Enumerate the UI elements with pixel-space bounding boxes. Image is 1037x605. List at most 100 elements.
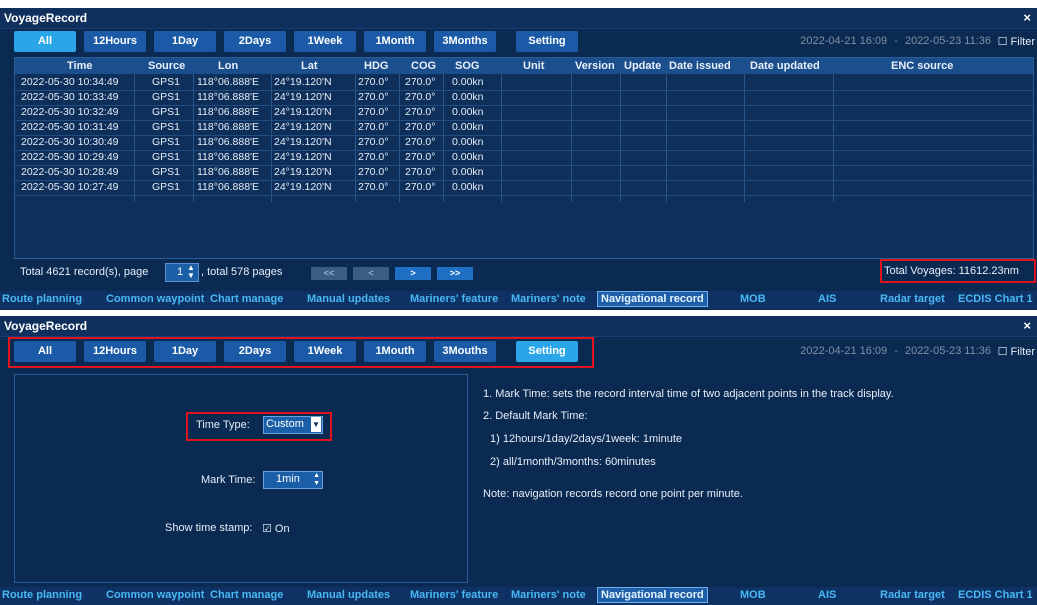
close-icon[interactable]: × bbox=[1023, 10, 1031, 25]
first-page-button[interactable]: << bbox=[311, 267, 347, 280]
filter-checkbox[interactable]: ☐ Filter bbox=[998, 345, 1035, 358]
nav-mariners-note[interactable]: Mariners' note bbox=[511, 293, 586, 305]
col-cog[interactable]: COG bbox=[411, 60, 436, 72]
nav-ecdis-chart-1[interactable]: ECDIS Chart 1 bbox=[958, 589, 1033, 601]
page-number-stepper[interactable]: 1 ▲ ▼ bbox=[165, 263, 199, 282]
tab-all[interactable]: All bbox=[14, 341, 76, 362]
table-row[interactable]: 2022-05-30 10:29:49 GPS1 118°06.888'E 24… bbox=[15, 150, 501, 165]
table-row[interactable]: 2022-05-30 10:31:49 GPS1 118°06.888'E 24… bbox=[15, 120, 501, 135]
cell-lat: 24°19.120'N bbox=[274, 76, 332, 88]
filter-checkbox[interactable]: ☐ Filter bbox=[998, 35, 1035, 48]
nav-mob[interactable]: MOB bbox=[740, 293, 766, 305]
next-page-button[interactable]: > bbox=[395, 267, 431, 280]
nav-mariners-feature[interactable]: Mariners' feature bbox=[410, 293, 498, 305]
tab-setting[interactable]: Setting bbox=[516, 31, 578, 52]
nav-mariners-note[interactable]: Mariners' note bbox=[511, 589, 586, 601]
time-type-select[interactable]: Custom ▼ bbox=[263, 416, 323, 434]
nav-ais[interactable]: AIS bbox=[818, 589, 836, 601]
nav-chart-manage[interactable]: Chart manage bbox=[210, 589, 283, 601]
nav-ecdis-chart-1[interactable]: ECDIS Chart 1 bbox=[958, 293, 1033, 305]
col-time[interactable]: Time bbox=[67, 60, 92, 72]
tab-12hours[interactable]: 12Hours bbox=[84, 31, 146, 52]
spinner-arrows-icon[interactable]: ▲ ▼ bbox=[187, 264, 195, 280]
col-update[interactable]: Update bbox=[624, 60, 661, 72]
tab-1week[interactable]: 1Week bbox=[294, 31, 356, 52]
col-lat[interactable]: Lat bbox=[301, 60, 318, 72]
close-icon[interactable]: × bbox=[1023, 318, 1031, 333]
tab-setting[interactable]: Setting bbox=[516, 341, 578, 362]
nav-radar-target[interactable]: Radar target bbox=[880, 589, 945, 601]
prev-page-button[interactable]: < bbox=[353, 267, 389, 280]
tab-2days[interactable]: 2Days bbox=[224, 31, 286, 52]
tab-1day[interactable]: 1Day bbox=[154, 31, 216, 52]
tab-3months[interactable]: 3Months bbox=[434, 31, 496, 52]
date-range[interactable]: 2022-04-21 16:09 - 2022-05-23 11:36 bbox=[800, 345, 991, 357]
col-enc-source[interactable]: ENC source bbox=[891, 60, 953, 72]
cell-sog: 0.00kn bbox=[452, 181, 484, 193]
tab-1day[interactable]: 1Day bbox=[154, 341, 216, 362]
cell-cog: 270.0° bbox=[405, 106, 436, 118]
table-row[interactable]: 2022-05-30 10:30:49 GPS1 118°06.888'E 24… bbox=[15, 135, 501, 150]
tab-1week[interactable]: 1Week bbox=[294, 341, 356, 362]
nav-navigational-record[interactable]: Navigational record bbox=[597, 291, 708, 307]
nav-route-planning[interactable]: Route planning bbox=[2, 589, 82, 601]
cell-sog: 0.00kn bbox=[452, 166, 484, 178]
mark-time-label: Mark Time: bbox=[201, 474, 256, 486]
note-line: Note: navigation records record one poin… bbox=[483, 488, 743, 500]
cell-sog: 0.00kn bbox=[452, 121, 484, 133]
nav-ais[interactable]: AIS bbox=[818, 293, 836, 305]
date-separator: - bbox=[894, 345, 898, 357]
cell-lat: 24°19.120'N bbox=[274, 166, 332, 178]
nav-manual-updates[interactable]: Manual updates bbox=[307, 293, 390, 305]
col-sog[interactable]: SOG bbox=[455, 60, 479, 72]
col-hdg[interactable]: HDG bbox=[364, 60, 388, 72]
cell-sog: 0.00kn bbox=[452, 136, 484, 148]
nav-chart-manage[interactable]: Chart manage bbox=[210, 293, 283, 305]
tab-12hours[interactable]: 12Hours bbox=[84, 341, 146, 362]
cell-lon: 118°06.888'E bbox=[197, 166, 260, 178]
cell-lon: 118°06.888'E bbox=[197, 181, 260, 193]
cell-source: GPS1 bbox=[152, 91, 181, 103]
tab-1month[interactable]: 1Mouth bbox=[364, 341, 426, 362]
cell-hdg: 270.0° bbox=[358, 136, 389, 148]
nav-manual-updates[interactable]: Manual updates bbox=[307, 589, 390, 601]
col-date-issued[interactable]: Date issued bbox=[669, 60, 731, 72]
col-source[interactable]: Source bbox=[148, 60, 185, 72]
column-divider bbox=[666, 74, 667, 202]
table-row[interactable]: 2022-05-30 10:34:49 GPS1 118°06.888'E 24… bbox=[15, 75, 501, 90]
nav-radar-target[interactable]: Radar target bbox=[880, 293, 945, 305]
note-line: 1) 12hours/1day/2days/1week: 1minute bbox=[490, 433, 683, 445]
tab-2days[interactable]: 2Days bbox=[224, 341, 286, 362]
nav-mariners-feature[interactable]: Mariners' feature bbox=[410, 589, 498, 601]
table-row[interactable]: 2022-05-30 10:27:49 GPS1 118°06.888'E 24… bbox=[15, 180, 501, 195]
col-date-updated[interactable]: Date updated bbox=[750, 60, 820, 72]
col-version[interactable]: Version bbox=[575, 60, 615, 72]
nav-common-waypoint[interactable]: Common waypoint bbox=[106, 589, 204, 601]
date-from: 2022-04-21 16:09 bbox=[800, 35, 888, 47]
spinner-arrows-icon[interactable]: ▲ ▼ bbox=[313, 472, 320, 488]
total-voyages: Total Voyages: 11612.23nm bbox=[880, 259, 1036, 283]
table-row[interactable]: 2022-05-30 10:32:49 GPS1 118°06.888'E 24… bbox=[15, 105, 501, 120]
cell-time: 2022-05-30 10:30:49 bbox=[21, 136, 119, 148]
show-time-stamp-checkbox[interactable]: ☑ On bbox=[262, 522, 290, 535]
col-unit[interactable]: Unit bbox=[523, 60, 544, 72]
tab-all[interactable]: All bbox=[14, 31, 76, 52]
cell-cog: 270.0° bbox=[405, 121, 436, 133]
tab-3months[interactable]: 3Mouths bbox=[434, 341, 496, 362]
nav-navigational-record[interactable]: Navigational record bbox=[597, 587, 708, 603]
mark-time-stepper[interactable]: 1min ▲ ▼ bbox=[263, 471, 323, 489]
date-from: 2022-04-21 16:09 bbox=[800, 345, 888, 357]
table-row[interactable]: 2022-05-30 10:33:49 GPS1 118°06.888'E 24… bbox=[15, 90, 501, 105]
last-page-button[interactable]: >> bbox=[437, 267, 473, 280]
nav-mob[interactable]: MOB bbox=[740, 589, 766, 601]
cell-hdg: 270.0° bbox=[358, 181, 389, 193]
table-row[interactable]: 2022-05-30 10:28:49 GPS1 118°06.888'E 24… bbox=[15, 165, 501, 180]
date-range[interactable]: 2022-04-21 16:09 - 2022-05-23 11:36 bbox=[800, 35, 991, 47]
cell-cog: 270.0° bbox=[405, 166, 436, 178]
tab-1month[interactable]: 1Month bbox=[364, 31, 426, 52]
column-divider bbox=[833, 74, 834, 202]
nav-common-waypoint[interactable]: Common waypoint bbox=[106, 293, 204, 305]
nav-route-planning[interactable]: Route planning bbox=[2, 293, 82, 305]
col-lon[interactable]: Lon bbox=[218, 60, 238, 72]
cell-sog: 0.00kn bbox=[452, 106, 484, 118]
